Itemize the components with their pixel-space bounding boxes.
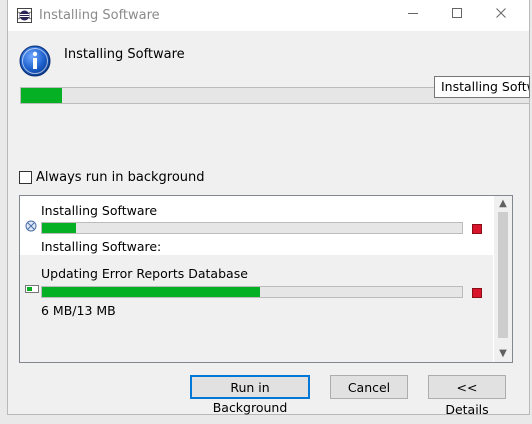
job-list-panel[interactable]: Installing Software Installing Software:…: [19, 195, 513, 363]
header-label: Installing Software: [64, 47, 185, 62]
minimize-icon: [408, 13, 418, 14]
scrollbar-thumb[interactable]: [498, 212, 508, 338]
job-progress-bar: [41, 222, 463, 234]
always-run-in-background-label[interactable]: Always run in background: [36, 170, 205, 185]
scroll-up-arrow-icon[interactable]: ▲: [494, 196, 512, 212]
maximize-button[interactable]: [440, 4, 474, 26]
details-button[interactable]: << Details: [428, 375, 506, 417]
job-progress-fill: [42, 223, 76, 233]
installing-software-dialog: Installing Software Installing Software: [7, 0, 530, 417]
job-name: Installing Software: [41, 203, 158, 218]
job-name: Updating Error Reports Database: [41, 266, 248, 281]
tooltip: Installing Software: [434, 76, 530, 98]
job-item-installing-software[interactable]: Installing Software Installing Software:: [20, 196, 493, 255]
job-detail: Installing Software:: [41, 239, 162, 254]
job-progress-bar: [41, 286, 463, 298]
job-list-scrollbar[interactable]: ▲ ▼: [494, 196, 512, 362]
close-icon: [496, 8, 506, 18]
cancel-button[interactable]: Cancel: [330, 375, 408, 399]
job-progress-fill: [42, 287, 261, 297]
cancel-job-button[interactable]: [472, 288, 482, 298]
always-run-in-background-checkbox[interactable]: [19, 171, 32, 184]
eclipse-app-icon: [17, 8, 32, 23]
minimize-button[interactable]: [396, 4, 430, 26]
maximize-icon: [452, 8, 462, 18]
database-job-icon: [25, 285, 39, 293]
always-run-in-background-option[interactable]: Always run in background: [19, 170, 205, 185]
info-icon: [19, 45, 51, 77]
install-job-icon: [25, 220, 37, 232]
title-bar[interactable]: Installing Software: [8, 0, 529, 31]
close-button[interactable]: [484, 4, 518, 26]
scroll-down-arrow-icon[interactable]: ▼: [494, 346, 512, 362]
cancel-job-button[interactable]: [472, 224, 482, 234]
job-item-updating-error-reports[interactable]: Updating Error Reports Database 6 MB/13 …: [20, 255, 493, 362]
window-title: Installing Software: [39, 8, 160, 23]
job-detail: 6 MB/13 MB: [41, 303, 116, 318]
run-in-background-button[interactable]: Run in Background: [190, 375, 310, 415]
overall-progress-fill: [21, 88, 62, 103]
